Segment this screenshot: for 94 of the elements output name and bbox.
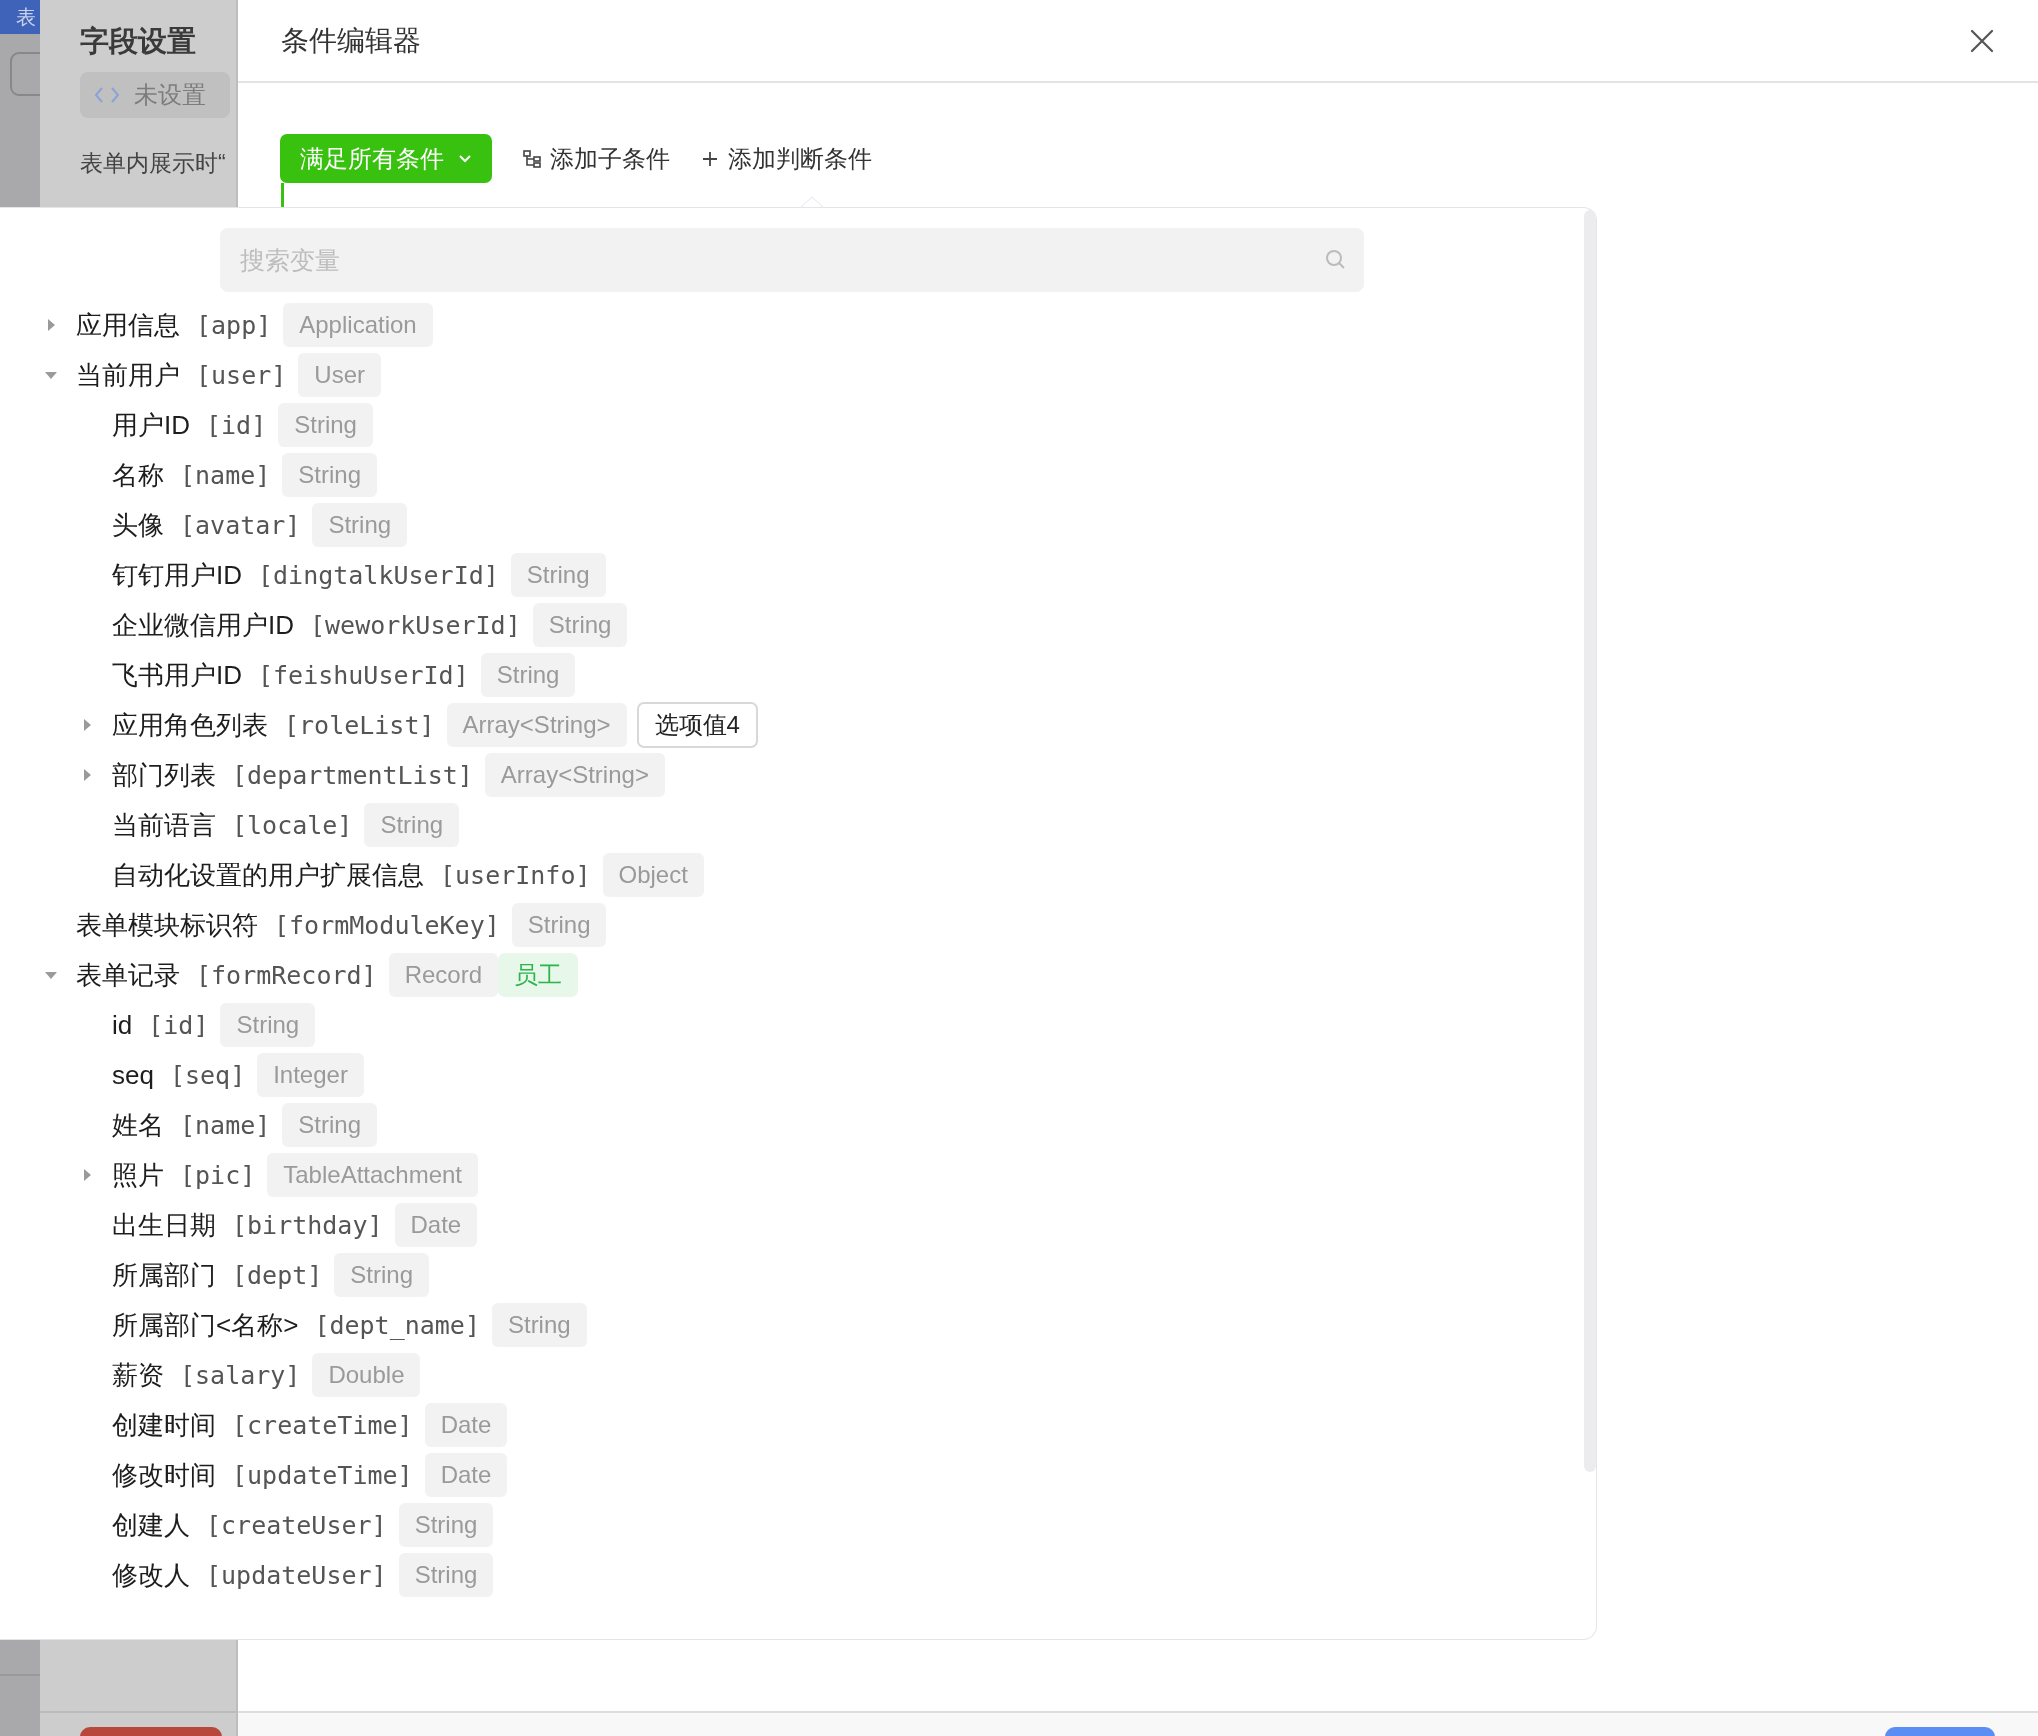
drawer-title: 条件编辑器 [281,23,421,58]
variable-key: [roleList] [284,710,435,740]
variable-key: [id] [148,1010,209,1040]
variable-key: [feishuUserId] [258,660,469,690]
variable-key: [formRecord] [196,960,377,990]
variable-label: 所属部门 [112,1258,216,1292]
type-tag: String [220,1003,316,1047]
variable-label: 表单模块标识符 [76,908,258,942]
variable-key: [avatar] [180,510,301,540]
variable-key: [weworkUserId] [310,610,521,640]
type-tag: Double [312,1353,421,1397]
value-tag: 选项值4 [636,702,758,748]
type-tag: Application [283,303,433,347]
variable-key: [departmentList] [232,760,473,790]
type-tag: String [532,603,628,647]
variable-label: 薪资 [112,1358,164,1392]
variable-label: 企业微信用户ID [112,608,294,642]
box-icon [10,52,40,96]
variable-label: 表单记录 [76,958,180,992]
type-tag: String [511,903,607,947]
variable-label: 自动化设置的用户扩展信息 [112,858,424,892]
variable-label: 所属部门<名称> [112,1308,299,1342]
type-tag: String [480,653,576,697]
variable-label: seq [112,1059,154,1091]
type-tag: String [510,553,606,597]
type-tag: User [298,353,381,397]
variable-label: 姓名 [112,1108,164,1142]
variable-label: 名称 [112,458,164,492]
action-button[interactable] [1885,1727,1995,1736]
type-tag: Record [388,953,498,997]
variable-label: 照片 [112,1158,164,1192]
type-tag: Date [394,1203,478,1247]
add-condition-button[interactable]: 添加判断条件 [700,142,872,175]
type-tag: String [278,403,373,447]
variable-key: [seq] [169,1060,246,1090]
variable-label: 修改人 [112,1558,190,1592]
type-tag: Date [424,1403,508,1447]
variable-label: 飞书用户ID [112,658,242,692]
type-tag: String [398,1553,494,1597]
add-subcondition-button[interactable]: 添加子条件 [522,142,670,175]
variable-key: [name] [180,460,271,490]
close-icon[interactable] [1970,28,1994,53]
variable-key: [formModuleKey] [274,910,500,940]
type-tag: String [282,1103,377,1147]
type-tag: Object [602,853,704,897]
variable-label: 创建人 [112,1508,190,1542]
chevron-down-icon [458,153,472,164]
variable-key: [app] [196,310,272,340]
variable-label: 头像 [112,508,164,542]
type-tag: Date [424,1453,508,1497]
variable-key: [birthday] [232,1210,383,1240]
type-tag: Array<String> [446,703,627,747]
field-hint: 表单内展示时“ [80,149,227,178]
type-tag: String [334,1253,429,1297]
variable-key: [dingtalkUserId] [258,560,499,590]
variable-label: 用户ID [112,408,190,442]
match-mode-dropdown[interactable]: 满足所有条件 [280,134,492,183]
value-tag: 员工 [498,953,578,997]
variable-key: [id] [206,410,267,440]
variable-key: [createTime] [232,1410,413,1440]
variable-key: [userInfo] [440,860,591,890]
variable-label: 当前用户 [76,358,180,392]
variable-key: [dept_name] [314,1310,480,1340]
variable-label: 创建时间 [112,1408,216,1442]
type-tag: String [491,1303,587,1347]
variable-key: [salary] [180,1360,301,1390]
variable-label: 当前语言 [112,808,216,842]
variable-key: [user] [196,360,287,390]
panel-title: 字段设置 [79,24,197,59]
tab-label[interactable]: 表 [0,0,40,34]
type-tag: String [398,1503,494,1547]
variable-key: [locale] [232,810,353,840]
variable-label: 部门列表 [112,758,216,792]
type-tag: TableAttachment [267,1153,479,1197]
variable-key: [updateUser] [206,1560,387,1590]
variable-label: 出生日期 [112,1208,216,1242]
hierarchy-icon [522,148,542,169]
variable-key: [pic] [180,1160,256,1190]
formula-field[interactable]: 未设置 [80,72,230,118]
variable-key: [dept] [232,1260,323,1290]
code-icon [94,86,120,104]
type-tag: String [312,503,408,547]
variable-key: [updateTime] [232,1460,413,1490]
variable-label: id [112,1009,133,1041]
variable-key: [createUser] [206,1510,387,1540]
variable-label: 应用信息 [76,308,180,342]
variable-key: [name] [180,1110,271,1140]
type-tag: Array<String> [484,753,665,797]
variable-label: 应用角色列表 [112,708,268,742]
type-tag: String [282,453,377,497]
type-tag: Integer [257,1053,364,1097]
variable-label: 修改时间 [112,1458,216,1492]
variable-label: 钉钉用户ID [112,558,242,592]
type-tag: String [364,803,460,847]
